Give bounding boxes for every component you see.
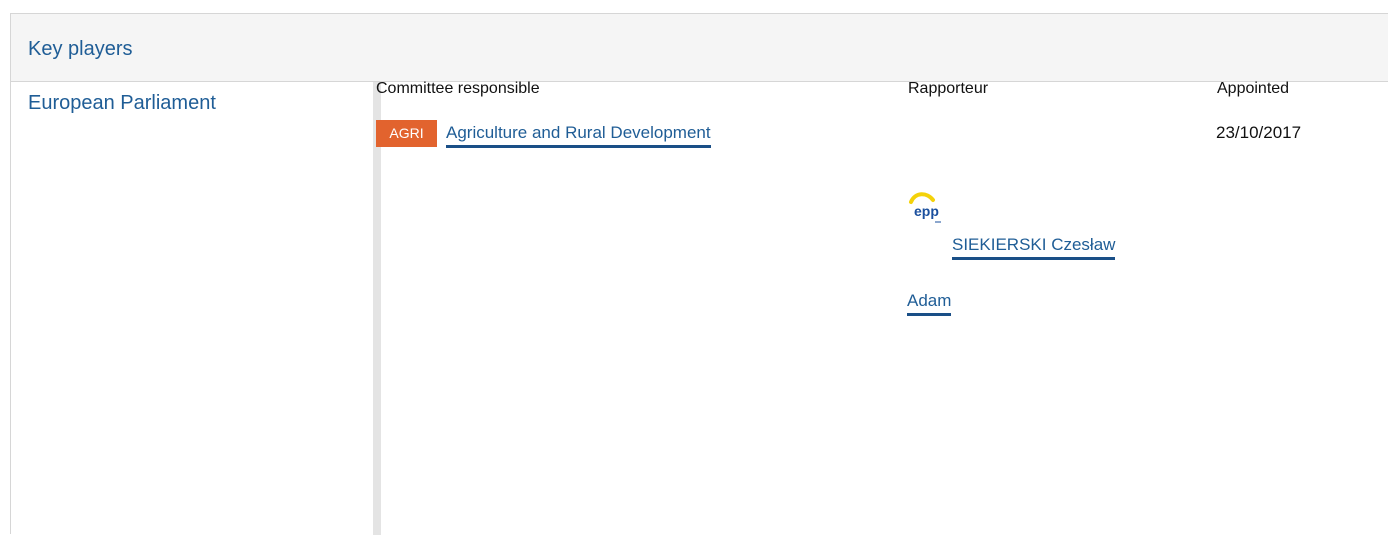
panel-title: Key players (28, 38, 133, 60)
panel-header: Key players (11, 14, 1388, 82)
key-players-panel: Key players European Parliament (10, 13, 1388, 535)
committee-column-header: Committee responsible (376, 80, 540, 97)
rapporteur-column-header: Rapporteur (908, 80, 989, 97)
column-divider (373, 82, 381, 535)
epp-logo-text: epp (914, 203, 939, 219)
committee-link[interactable]: Agriculture and Rural Development (446, 122, 711, 148)
appointed-date: 23/10/2017 (1216, 123, 1302, 142)
epp-logo-graphic: epp (909, 192, 941, 223)
epp-group-icon[interactable]: epp (905, 190, 941, 250)
committee-badge: AGRI (376, 120, 437, 147)
institution-column: European Parliament (11, 82, 373, 535)
rapporteur-link-line2[interactable]: Adam (907, 290, 952, 316)
appointed-column-header: Appointed (1217, 80, 1290, 97)
rapporteur-link-line1[interactable]: SIEKIERSKI Czesław (952, 234, 1116, 260)
institution-name: European Parliament (28, 92, 216, 114)
